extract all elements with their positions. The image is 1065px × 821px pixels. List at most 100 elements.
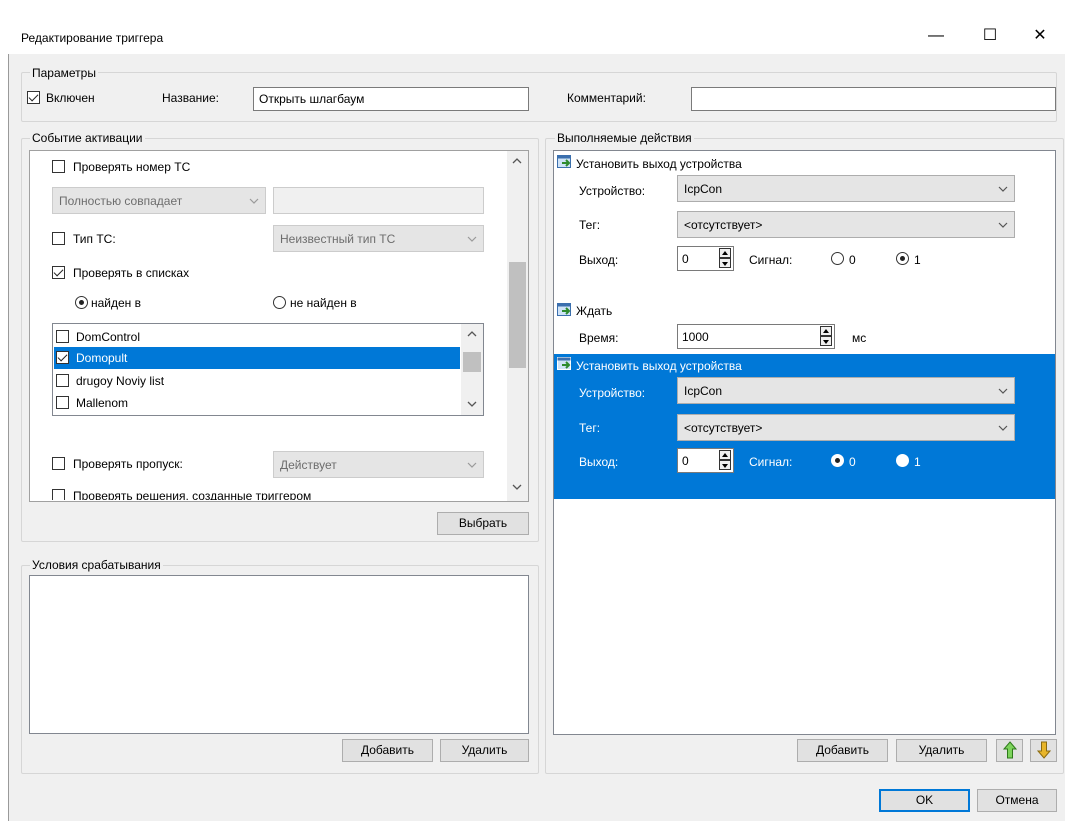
check-lists-label: Проверять в списках	[73, 266, 190, 280]
scroll-up-icon[interactable]	[467, 330, 477, 338]
signal-0-radio[interactable]	[831, 252, 844, 265]
not-found-in-radio[interactable]	[273, 296, 286, 309]
match-mode-select[interactable]: Полностью совпадает	[52, 187, 266, 214]
close-button[interactable]: ✕	[1017, 20, 1063, 52]
lists-scroll-thumb[interactable]	[463, 352, 481, 372]
time-unit: мс	[852, 331, 867, 345]
scroll-up-icon[interactable]	[512, 157, 522, 165]
signal-0-radio[interactable]	[831, 454, 844, 467]
list-item-checkbox[interactable]	[56, 396, 69, 409]
list-item[interactable]: Mallenom	[54, 392, 460, 413]
action-set-output-icon	[557, 357, 571, 370]
check-plate-label: Проверять номер ТС	[73, 160, 191, 174]
spin-up-icon[interactable]	[719, 450, 731, 460]
signal-1-label: 1	[914, 455, 921, 469]
actions-add-button[interactable]: Добавить	[797, 739, 888, 762]
time-value: 1000	[682, 330, 709, 344]
match-mode-value: Полностью совпадает	[59, 194, 183, 208]
move-down-button[interactable]	[1030, 739, 1057, 762]
lists-container: DomControl Domopult drugoy Noviy list Ma…	[54, 326, 460, 414]
enabled-label: Включен	[46, 91, 95, 105]
signal-label: Сигнал:	[749, 455, 793, 469]
scroll-down-icon[interactable]	[512, 483, 522, 491]
maximize-button[interactable]: ☐	[967, 20, 1013, 52]
spin-up-icon[interactable]	[719, 248, 731, 258]
activation-scroll-thumb[interactable]	[509, 262, 526, 368]
minimize-button[interactable]: —	[913, 20, 959, 52]
device-label: Устройство:	[579, 386, 646, 400]
check-decisions-checkbox[interactable]	[52, 489, 65, 500]
list-item[interactable]: Domopult	[54, 347, 460, 369]
time-stepper[interactable]: 1000	[677, 324, 835, 349]
signal-0-label: 0	[849, 455, 856, 469]
tag-select[interactable]: <отсутствует>	[677, 211, 1015, 238]
device-label: Устройство:	[579, 184, 646, 198]
check-decisions-row: Проверять решения, созданные триггером	[52, 487, 506, 500]
scroll-down-icon[interactable]	[467, 400, 477, 408]
device-value: IcpCon	[684, 182, 723, 196]
conditions-delete-button[interactable]: Удалить	[440, 739, 529, 762]
comment-input[interactable]	[691, 87, 1056, 111]
spin-down-icon[interactable]	[719, 460, 731, 470]
tag-select[interactable]: <отсутствует>	[677, 414, 1015, 441]
spin-up-icon[interactable]	[820, 326, 832, 336]
time-spinner[interactable]	[819, 326, 833, 347]
check-pass-select[interactable]: Действует	[273, 451, 484, 478]
check-plate-checkbox[interactable]	[52, 160, 65, 173]
signal-1-radio[interactable]	[896, 454, 909, 467]
output-spinner[interactable]	[718, 248, 732, 269]
list-item-checkbox[interactable]	[56, 374, 69, 387]
conditions-add-button[interactable]: Добавить	[342, 739, 433, 762]
signal-0-label: 0	[849, 253, 856, 267]
action-title[interactable]: Установить выход устройства	[576, 157, 742, 171]
plate-number-input[interactable]	[273, 187, 484, 214]
move-up-button[interactable]	[996, 739, 1023, 762]
chevron-down-icon	[998, 388, 1008, 394]
list-item-checkbox[interactable]	[56, 330, 69, 343]
chevron-down-icon	[467, 462, 477, 468]
action-title[interactable]: Ждать	[576, 304, 612, 318]
title-bar: Редактирование триггера — ☐ ✕	[8, 8, 1065, 54]
arrow-up-icon	[1002, 741, 1017, 759]
list-item-label: Mallenom	[76, 396, 129, 410]
chevron-down-icon	[249, 198, 259, 204]
action-title[interactable]: Установить выход устройства	[576, 359, 742, 373]
device-select[interactable]: IcpCon	[677, 175, 1015, 202]
actions-delete-button[interactable]: Удалить	[896, 739, 987, 762]
list-item-checkbox[interactable]	[56, 351, 69, 364]
name-input[interactable]: Открыть шлагбаум	[253, 87, 529, 111]
chevron-down-icon	[998, 425, 1008, 431]
ok-button[interactable]: OK	[879, 789, 970, 812]
check-lists-checkbox[interactable]	[52, 266, 65, 279]
conditions-legend: Условия срабатывания	[30, 558, 163, 572]
list-item[interactable]: drugoy Noviy list	[54, 370, 460, 391]
tag-label: Тег:	[579, 218, 601, 232]
enabled-checkbox[interactable]	[27, 91, 40, 104]
list-item-label: DomControl	[76, 330, 141, 344]
check-decisions-label: Проверять решения, созданные триггером	[73, 489, 312, 500]
params-legend: Параметры	[30, 66, 98, 80]
actions-legend: Выполняемые действия	[555, 131, 694, 145]
window-title: Редактирование триггера	[21, 31, 164, 45]
signal-1-radio[interactable]	[896, 252, 909, 265]
output-spinner[interactable]	[718, 450, 732, 471]
found-in-radio[interactable]	[75, 296, 88, 309]
list-item-label: Domopult	[76, 351, 128, 365]
vehicle-type-select[interactable]: Неизвестный тип ТС	[273, 225, 484, 252]
cancel-button[interactable]: Отмена	[977, 789, 1057, 812]
tag-label: Тег:	[579, 421, 601, 435]
not-found-in-label: не найден в	[290, 296, 357, 310]
found-in-label: найден в	[91, 296, 142, 310]
signal-1-label: 1	[914, 253, 921, 267]
device-select[interactable]: IcpCon	[677, 377, 1015, 404]
name-label: Название:	[162, 91, 219, 105]
check-pass-checkbox[interactable]	[52, 457, 65, 470]
vehicle-type-checkbox[interactable]	[52, 232, 65, 245]
select-button[interactable]: Выбрать	[437, 512, 529, 535]
spin-down-icon[interactable]	[719, 258, 731, 268]
signal-label: Сигнал:	[749, 253, 793, 267]
list-item[interactable]: DomControl	[54, 326, 460, 347]
spin-down-icon[interactable]	[820, 336, 832, 346]
conditions-list[interactable]	[29, 575, 529, 734]
chevron-down-icon	[998, 222, 1008, 228]
